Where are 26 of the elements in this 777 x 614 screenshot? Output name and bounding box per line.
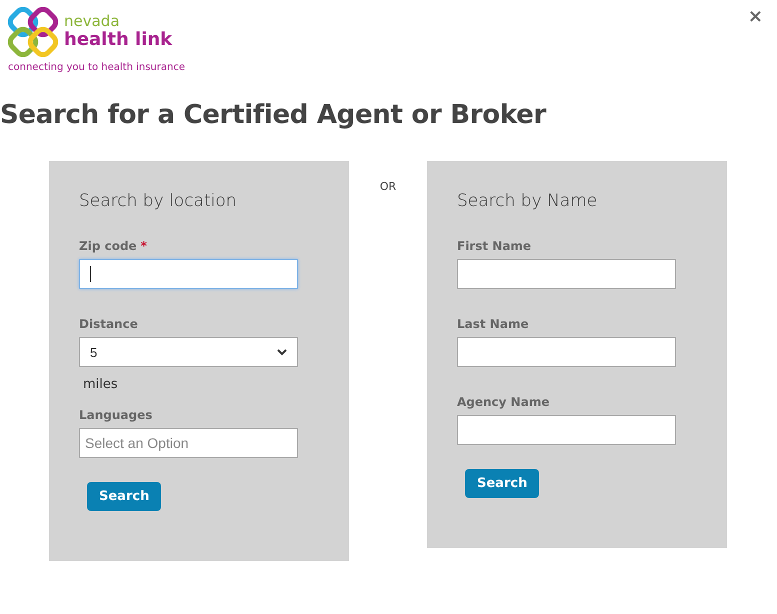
logo-text: nevada [64, 13, 121, 30]
languages-field[interactable]: Select an Option [79, 428, 298, 458]
field-label: Distance [79, 317, 138, 331]
logo-tagline: connecting you to health insurance [8, 62, 186, 73]
close-button[interactable]: × [748, 6, 763, 27]
panel-heading: Search by location [79, 191, 237, 211]
text-field[interactable] [79, 259, 298, 289]
page-title: Search for a Certified Agent or Broker [0, 100, 546, 130]
required-mark: * [140, 239, 147, 253]
logo-text: health link [64, 30, 172, 50]
chevron-down-icon [277, 348, 287, 356]
field-label: Languages [79, 408, 152, 422]
logo-icon [8, 7, 58, 57]
search-button[interactable]: Search [465, 469, 540, 498]
text-field[interactable] [457, 337, 676, 367]
distance-dropdown[interactable]: 5 [79, 337, 298, 367]
field-label: Agency Name [457, 395, 550, 409]
unit-label: miles [83, 377, 118, 392]
text-field[interactable] [457, 259, 676, 289]
panel-heading: Search by Name [457, 191, 598, 211]
or-separator: OR [380, 180, 396, 193]
field-label: Last Name [457, 317, 529, 331]
search-button[interactable]: Search [87, 482, 162, 511]
field-label: Zip code [79, 239, 137, 253]
text-field[interactable] [457, 415, 676, 445]
field-label: First Name [457, 239, 532, 253]
